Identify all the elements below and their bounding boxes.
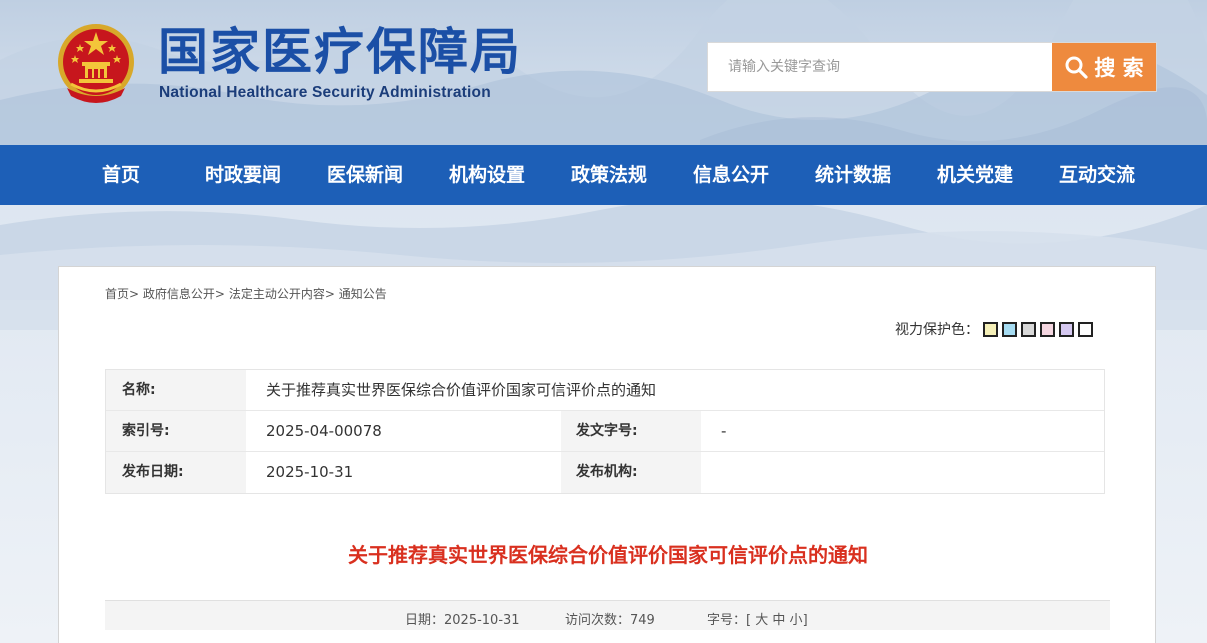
search-icon (1065, 56, 1088, 79)
national-emblem-icon[interactable] (55, 22, 137, 106)
meta-index-label: 索引号: (106, 411, 246, 451)
breadcrumb-separator: > (214, 287, 225, 301)
meta-doc-no-label: 发文字号: (561, 411, 701, 451)
eye-protect-label: 视力保护色： (895, 322, 979, 338)
content-panel: 首页> 政府信息公开> 法定主动公开内容> 通知公告 视力保护色： 名称: 关于… (58, 266, 1156, 643)
eye-protect-colors: 视力保护色： (895, 319, 1093, 339)
breadcrumb-separator: > (324, 287, 335, 301)
main-nav: 首页 时政要闻 医保新闻 机构设置 政策法规 信息公开 统计数据 机关党建 互动… (0, 145, 1207, 205)
color-swatch-gray[interactable] (1021, 321, 1036, 337)
nav-item-statistics[interactable]: 统计数据 (792, 145, 914, 205)
document-meta-table: 名称: 关于推荐真实世界医保综合价值评价国家可信评价点的通知 索引号: 2025… (105, 369, 1105, 494)
color-swatch-yellow[interactable] (983, 321, 998, 337)
site-header: 国家医疗保障局 National Healthcare Security Adm… (0, 0, 1207, 145)
breadcrumb: 首页> 政府信息公开> 法定主动公开内容> 通知公告 (105, 285, 387, 302)
meta-date-label: 发布日期: (106, 452, 246, 493)
breadcrumb-statutory-disclosure[interactable]: 法定主动公开内容 (229, 287, 325, 301)
info-date-value: 2025-10-31 (444, 613, 520, 628)
info-visits: 访问次数：749 (565, 609, 655, 628)
nav-item-organization[interactable]: 机构设置 (426, 145, 548, 205)
nav-item-party-building[interactable]: 机关党建 (914, 145, 1036, 205)
font-size-small[interactable]: 小 (790, 613, 803, 628)
nav-item-interaction[interactable]: 互动交流 (1036, 145, 1158, 205)
site-subtitle: National Healthcare Security Administrat… (159, 84, 491, 101)
nav-item-info-disclosure[interactable]: 信息公开 (670, 145, 792, 205)
bracket-open: [ (746, 613, 752, 628)
search-input[interactable] (708, 43, 1052, 91)
color-swatch-white[interactable] (1078, 321, 1093, 337)
nav-item-policies[interactable]: 政策法规 (548, 145, 670, 205)
info-date-label: 日期： (405, 613, 445, 628)
meta-name-label: 名称: (106, 370, 246, 410)
info-date: 日期：2025-10-31 (405, 609, 520, 628)
nav-item-medical-insurance-news[interactable]: 医保新闻 (304, 145, 426, 205)
breadcrumb-notices[interactable]: 通知公告 (339, 287, 387, 301)
search-box: 搜 索 (707, 42, 1157, 92)
nav-item-news[interactable]: 时政要闻 (182, 145, 304, 205)
meta-org-value (701, 452, 1104, 493)
font-size-label: 字号： (707, 613, 747, 628)
meta-date-value: 2025-10-31 (266, 463, 354, 481)
info-visits-value: 749 (630, 613, 655, 628)
meta-doc-no-value: - (721, 422, 727, 440)
info-font-size: 字号：[ 大 中 小] (707, 609, 808, 628)
document-title: 关于推荐真实世界医保综合价值评价国家可信评价点的通知 (348, 543, 868, 567)
breadcrumb-gov-info[interactable]: 政府信息公开 (143, 287, 215, 301)
nav-item-home[interactable]: 首页 (60, 145, 182, 205)
color-swatch-purple[interactable] (1059, 321, 1074, 337)
meta-row-name: 名称: 关于推荐真实世界医保综合价值评价国家可信评价点的通知 (106, 370, 1104, 411)
search-button-label: 搜 索 (1094, 56, 1144, 80)
font-size-large[interactable]: 大 (755, 613, 768, 628)
meta-name-value: 关于推荐真实世界医保综合价值评价国家可信评价点的通知 (266, 381, 657, 399)
bracket-close: ] (802, 613, 808, 628)
document-info-bar: 日期：2025-10-31 访问次数：749 字号：[ 大 中 小] (105, 600, 1110, 630)
color-swatch-pink[interactable] (1040, 321, 1055, 337)
info-visits-label: 访问次数： (565, 613, 631, 628)
meta-index-value: 2025-04-00078 (266, 422, 382, 440)
font-size-medium[interactable]: 中 (772, 613, 785, 628)
meta-org-label: 发布机构: (561, 452, 701, 493)
breadcrumb-home[interactable]: 首页 (105, 287, 129, 301)
color-swatch-blue[interactable] (1002, 321, 1017, 337)
site-title[interactable]: 国家医疗保障局 (158, 24, 522, 80)
search-button[interactable]: 搜 索 (1052, 43, 1156, 91)
meta-row-date: 发布日期: 2025-10-31 发布机构: (106, 452, 1104, 493)
meta-row-index: 索引号: 2025-04-00078 发文字号: - (106, 411, 1104, 452)
breadcrumb-separator: > (129, 287, 140, 301)
